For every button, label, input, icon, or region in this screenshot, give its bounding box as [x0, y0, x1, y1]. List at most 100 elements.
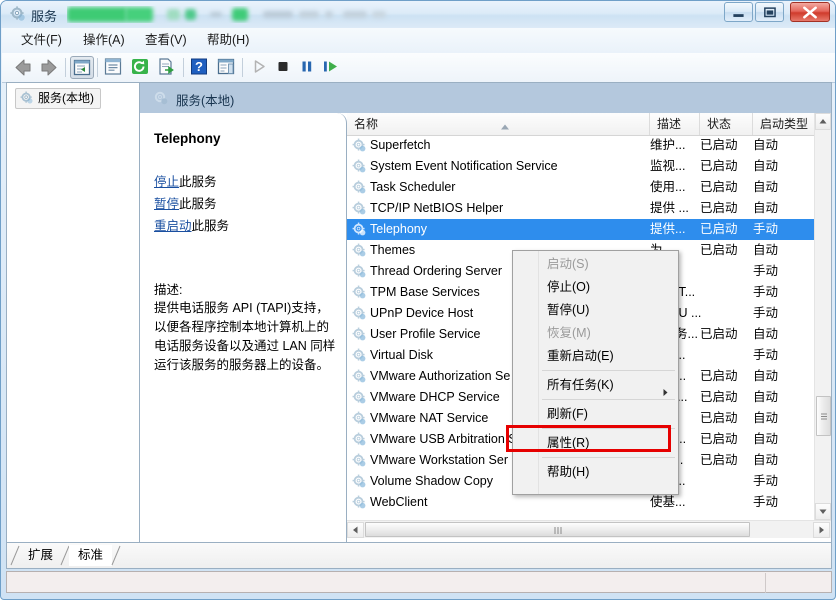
cell-service-name: VMware NAT Service [370, 411, 489, 425]
help-icon[interactable]: ? [188, 56, 212, 79]
refresh-icon[interactable] [129, 56, 153, 79]
context-menu-separator [542, 370, 675, 371]
table-row[interactable]: WebClient 使基... 手动 [347, 492, 814, 513]
cell-status: 已启动 [700, 432, 738, 446]
ctx-pause[interactable]: 暂停(U) [539, 299, 678, 322]
scroll-right-arrow-icon[interactable] [813, 522, 830, 538]
services-gear-icon [10, 6, 26, 22]
cell-status: 已启动 [700, 453, 738, 467]
menu-action[interactable]: 操作(A) [76, 32, 132, 49]
maximize-button[interactable] [755, 2, 784, 22]
service-gear-icon [352, 474, 367, 492]
cell-service-name: Telephony [370, 222, 427, 236]
close-button[interactable] [790, 2, 830, 22]
cell-service-name: Task Scheduler [370, 180, 456, 194]
view-tabs: 扩展 标准 [7, 542, 831, 568]
cell-startup-type: 自动 [753, 180, 779, 194]
table-row[interactable]: Telephony 提供... 已启动 手动 [347, 219, 814, 240]
menu-view[interactable]: 查看(V) [138, 32, 194, 49]
back-arrow-icon[interactable] [11, 56, 35, 79]
ctx-help-label: 帮助(H) [547, 465, 590, 479]
service-gear-icon [352, 432, 367, 450]
cell-service-name: TPM Base Services [370, 285, 480, 299]
content-header: 服务(本地) [140, 83, 831, 113]
stop-service-link-text[interactable]: 停止 [154, 175, 179, 189]
start-service-icon[interactable] [248, 56, 272, 79]
restart-service-icon[interactable] [320, 56, 344, 79]
description-label: 描述: [154, 283, 183, 297]
service-details-pane: Telephony 停止此服务 暂停此服务 重启动此服务 描述: 提供电话服务 … [140, 113, 347, 542]
table-row[interactable]: System Event Notification Service 监视... 已启… [347, 156, 814, 177]
vertical-scroll-thumb[interactable] [816, 396, 831, 436]
show-action-pane-icon[interactable] [215, 56, 239, 79]
cell-description: 维护... [650, 138, 686, 152]
column-description[interactable]: 描述 [650, 113, 700, 135]
ctx-stop[interactable]: 停止(O) [539, 276, 678, 299]
stop-service-icon[interactable] [272, 56, 296, 79]
list-vertical-scrollbar[interactable] [814, 113, 831, 520]
list-horizontal-scrollbar[interactable] [347, 520, 831, 538]
scroll-up-arrow-icon[interactable] [815, 113, 831, 130]
pause-service-link-text[interactable]: 暂停 [154, 197, 179, 211]
service-gear-icon [352, 222, 367, 240]
tab-standard[interactable]: 标准 [69, 545, 113, 566]
table-row[interactable]: Task Scheduler 使用... 已启动 自动 [347, 177, 814, 198]
service-context-menu[interactable]: 启动(S) 停止(O) 暂停(U) 恢复(M) 重新启动(E) 所有任务(K) 刷新(F) 属… [512, 250, 679, 495]
cell-startup-type: 自动 [753, 432, 779, 446]
ctx-restart[interactable]: 重新启动(E) [539, 345, 678, 368]
cell-service-name: VMware DHCP Service [370, 390, 500, 404]
table-row[interactable]: Superfetch 维护... 已启动 自动 [347, 135, 814, 156]
pause-service-icon[interactable] [296, 56, 320, 79]
stop-service-link[interactable]: 停止此服务 [154, 171, 217, 190]
scroll-left-arrow-icon[interactable] [347, 522, 364, 538]
show-hide-tree-icon[interactable] [70, 56, 94, 79]
minimize-button[interactable] [724, 2, 753, 22]
context-menu-separator [542, 399, 675, 400]
cell-service-name: Volume Shadow Copy [370, 474, 493, 488]
ctx-stop-label: 停止(O) [547, 280, 591, 294]
column-status[interactable]: 状态 [700, 113, 753, 135]
cell-service-name: Themes [370, 243, 416, 257]
ctx-refresh[interactable]: 刷新(F) [539, 403, 678, 426]
column-name[interactable]: 名称 [347, 113, 650, 135]
client-area: 服务(本地) 服务(本地) Telephony 停止此服务 暂停此服务 重启动此… [6, 82, 832, 569]
scroll-down-arrow-icon[interactable] [815, 503, 831, 520]
ctx-resume-label: 恢复(M) [547, 326, 591, 340]
cell-startup-type: 手动 [753, 348, 779, 362]
cell-service-name: System Event Notification Service [370, 159, 558, 173]
cell-status: 已启动 [700, 138, 738, 152]
ctx-help[interactable]: 帮助(H) [539, 461, 678, 484]
cell-startup-type: 自动 [753, 243, 779, 257]
ctx-restart-label: 重新启动(E) [547, 349, 614, 363]
cell-startup-type: 手动 [753, 264, 779, 278]
service-gear-icon [352, 369, 367, 387]
cell-status: 已启动 [700, 327, 738, 341]
pause-service-link-rest: 此服务 [179, 197, 217, 211]
sidebar-item-services-local[interactable]: 服务(本地) [15, 88, 101, 109]
services-gear-icon [153, 90, 169, 109]
tab-extended[interactable]: 扩展 [19, 545, 62, 566]
forward-arrow-icon[interactable] [37, 56, 61, 79]
window-title: 服务 [31, 9, 58, 24]
menu-help[interactable]: 帮助(H) [200, 32, 256, 49]
cell-service-name: UPnP Device Host [370, 306, 474, 320]
cell-startup-type: 手动 [753, 306, 779, 320]
ctx-all-tasks[interactable]: 所有任务(K) [539, 374, 678, 397]
column-startup-type[interactable]: 启动类型 [753, 113, 814, 135]
cell-status: 已启动 [700, 180, 738, 194]
pause-service-link[interactable]: 暂停此服务 [154, 193, 217, 212]
context-menu-separator [542, 457, 675, 458]
cell-status: 已启动 [700, 159, 738, 173]
toolbar: ? [2, 53, 835, 83]
title-bar[interactable]: 服务 [1, 1, 835, 28]
properties-icon[interactable] [102, 56, 126, 79]
export-list-icon[interactable] [156, 56, 180, 79]
menu-bar: 文件(F) 操作(A) 查看(V) 帮助(H) [2, 28, 835, 54]
restart-service-link-text[interactable]: 重启动 [154, 219, 192, 233]
table-row[interactable]: TCP/IP NetBIOS Helper 提供 ... 已启动 自动 [347, 198, 814, 219]
cell-status: 已启动 [700, 411, 738, 425]
ctx-all-tasks-label: 所有任务(K) [547, 378, 614, 392]
horizontal-scroll-thumb[interactable] [365, 522, 750, 537]
menu-file[interactable]: 文件(F) [14, 32, 69, 49]
restart-service-link[interactable]: 重启动此服务 [154, 215, 229, 234]
